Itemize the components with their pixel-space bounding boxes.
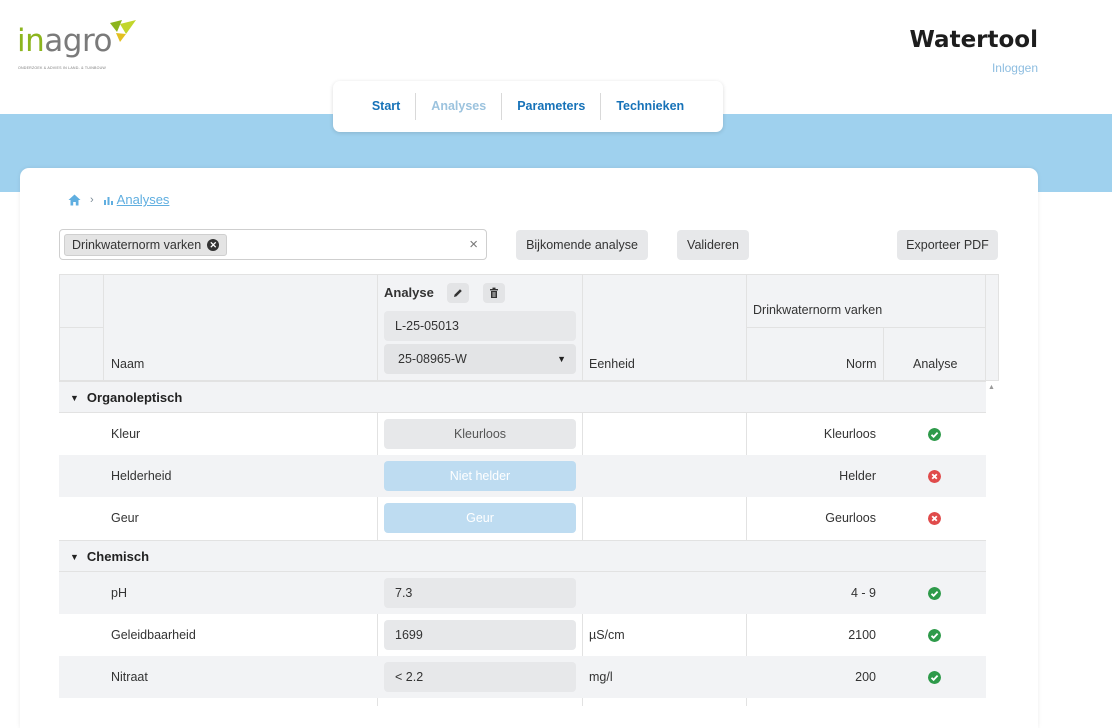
unit-cell: mg/l <box>589 670 613 684</box>
parameter-name: pH <box>111 586 127 600</box>
divider <box>883 327 884 381</box>
divider <box>59 327 104 328</box>
analysis-result-column-header: Analyse <box>913 357 958 371</box>
norm-group-header: Drinkwaternorm varken <box>753 303 883 317</box>
parameter-name: Nitraat <box>111 670 148 684</box>
breadcrumb-analyses[interactable]: Analyses <box>103 192 170 207</box>
group-label: Chemisch <box>86 549 150 564</box>
filter-chip: Drinkwaternorm varken ✕ <box>64 234 228 256</box>
breadcrumb-label: Analyses <box>116 192 170 207</box>
table-row: Kleur Kleurloos Kleurloos <box>59 413 986 455</box>
group-row-chemisch[interactable]: ▼ Chemisch <box>59 540 986 572</box>
unit-cell: µS/cm <box>589 628 625 642</box>
clear-filter-icon[interactable]: × <box>469 236 478 253</box>
check-circle-icon <box>928 629 941 642</box>
caret-down-icon: ▼ <box>70 393 79 403</box>
group-row-organoleptisch[interactable]: ▼ Organoleptisch <box>59 381 986 413</box>
norm-cell: Helder <box>839 469 876 483</box>
chevron-right-icon: › <box>90 193 94 206</box>
bar-chart-icon <box>103 196 113 205</box>
export-pdf-button[interactable]: Exporteer PDF <box>897 230 998 260</box>
filter-chip-label: Drinkwaternorm varken <box>72 238 202 252</box>
group-label: Organoleptisch <box>86 390 183 405</box>
logo-tagline: ONDERZOEK & ADVIES IN LAND- & TUINBOUW <box>18 66 107 70</box>
error-circle-icon <box>928 470 941 483</box>
caret-down-icon: ▼ <box>557 354 566 364</box>
analyse-header: Analyse <box>384 285 434 300</box>
nav-start[interactable]: Start <box>357 93 415 120</box>
inagro-logo: inagro ONDERZOEK & ADVIES IN LAND- & TUI… <box>16 20 136 72</box>
analysis-code-field[interactable]: L-25-05013 <box>384 311 576 341</box>
parameter-name: Helderheid <box>111 469 172 483</box>
check-circle-icon <box>928 587 941 600</box>
nav-parameters[interactable]: Parameters <box>502 93 600 120</box>
norm-cell: 2100 <box>848 628 876 642</box>
main-nav: Start Analyses Parameters Technieken <box>333 81 723 132</box>
add-analysis-button[interactable]: Bijkomende analyse <box>516 230 648 260</box>
analysis-value-field[interactable]: < 2.2 <box>384 662 576 692</box>
breadcrumb: › Analyses <box>68 192 169 207</box>
caret-down-icon: ▼ <box>70 552 79 562</box>
norm-cell: 4 - 9 <box>850 586 876 600</box>
table-row: pH 7.3 4 - 9 <box>59 572 986 614</box>
parameter-name: Kleur <box>111 427 141 441</box>
nav-technieken[interactable]: Technieken <box>601 93 699 120</box>
parameter-name: Geur <box>111 511 139 525</box>
unit-column-header: Eenheid <box>589 357 635 371</box>
edit-pencil-icon[interactable] <box>447 283 469 303</box>
scroll-up-icon[interactable]: ▲ <box>988 384 995 391</box>
validate-button[interactable]: Valideren <box>677 230 749 260</box>
norm-cell: Geurloos <box>825 511 876 525</box>
delete-trash-icon[interactable] <box>483 283 505 303</box>
analysis-value-field[interactable]: 1699 <box>384 620 576 650</box>
parameter-name: Geleidbaarheid <box>111 628 196 642</box>
nav-analyses[interactable]: Analyses <box>416 93 501 120</box>
norm-column-header: Norm <box>846 357 877 371</box>
analysis-value-field[interactable]: Kleurloos <box>384 419 576 449</box>
error-circle-icon <box>928 512 941 525</box>
analysis-value-field[interactable]: 7.3 <box>384 578 576 608</box>
home-icon[interactable] <box>68 194 81 206</box>
table-row: Nitraat < 2.2 mg/l 200 <box>59 656 986 698</box>
sample-select[interactable]: 25-08965-W ▼ <box>384 344 576 374</box>
logo-leaf-icon <box>110 20 136 42</box>
table-row: Geleidbaarheid 1699 µS/cm 2100 <box>59 614 986 656</box>
login-link[interactable]: Inloggen <box>992 61 1038 75</box>
sample-select-value: 25-08965-W <box>398 352 467 366</box>
name-column-header: Naam <box>111 357 145 371</box>
analysis-value-field[interactable]: Geur <box>384 503 576 533</box>
norm-cell: Kleurloos <box>823 427 876 441</box>
norm-filter-input[interactable]: Drinkwaternorm varken ✕ × <box>59 229 487 260</box>
check-circle-icon <box>928 428 941 441</box>
chip-remove-icon[interactable]: ✕ <box>207 239 220 251</box>
analysis-value-field[interactable]: Niet helder <box>384 461 576 491</box>
table-row: Helderheid Niet helder Helder <box>59 455 986 497</box>
divider <box>746 327 986 328</box>
table-row: Geur Geur Geurloos <box>59 497 986 539</box>
app-title: Watertool <box>909 27 1039 53</box>
check-circle-icon <box>928 671 941 684</box>
logo-wordmark: inagro <box>17 23 112 59</box>
norm-cell: 200 <box>855 670 876 684</box>
